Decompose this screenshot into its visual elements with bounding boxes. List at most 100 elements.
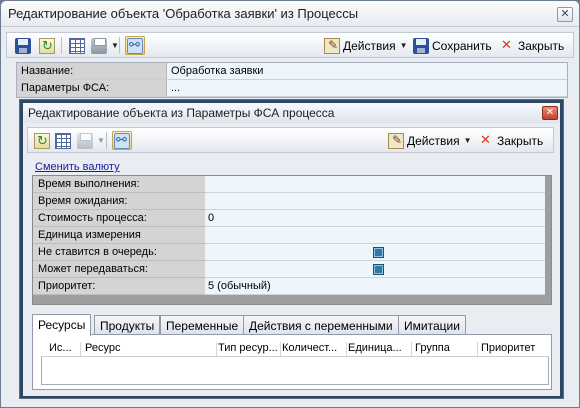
- field-value-name[interactable]: Обработка заявки: [167, 63, 567, 79]
- column-divider: [80, 342, 81, 356]
- actions-label: Действия: [407, 133, 460, 148]
- link-icon: [127, 37, 143, 54]
- print-toolbar-button[interactable]: ▼: [91, 36, 119, 55]
- tab-resources[interactable]: Ресурсы: [32, 314, 92, 336]
- save-disk-icon: [15, 37, 31, 54]
- property-label: Приоритет:: [33, 278, 205, 295]
- refresh-toolbar-button[interactable]: [34, 131, 50, 150]
- property-value[interactable]: 5 (обычный): [205, 278, 545, 295]
- chevron-down-icon: ▼: [463, 136, 472, 145]
- inner-dialog: Редактирование объекта из Параметры ФСА …: [19, 99, 564, 399]
- property-label: Стоимость процесса:: [33, 210, 205, 227]
- property-row: Не ставится в очередь:: [33, 244, 551, 261]
- close-x-icon: [499, 37, 515, 54]
- outer-titlebar[interactable]: Редактирование объекта 'Обработка заявки…: [1, 1, 579, 27]
- actions-menu-button[interactable]: Действия▼: [388, 131, 472, 150]
- column-divider: [346, 342, 347, 356]
- link-toolbar-button[interactable]: [112, 131, 132, 150]
- inner-titlebar[interactable]: Редактирование объекта из Параметры ФСА …: [23, 103, 560, 123]
- outer-field-row: Название: Обработка заявки: [17, 63, 567, 80]
- save-label: Сохранить: [432, 38, 492, 53]
- property-label: Единица измерения стоимости:: [33, 227, 205, 253]
- property-value[interactable]: 0: [205, 210, 545, 227]
- outer-window-title: Редактирование объекта 'Обработка заявки…: [8, 6, 359, 21]
- column-header[interactable]: Группа: [415, 342, 475, 354]
- tab-simulations[interactable]: Имитации: [398, 315, 466, 335]
- column-divider: [280, 342, 281, 356]
- property-value: [205, 261, 545, 278]
- outer-field-row: Параметры ФСА: ...: [17, 80, 567, 97]
- actions-label: Действия: [343, 38, 396, 53]
- table-grid-icon: [69, 37, 85, 54]
- outer-property-grid: Название: Обработка заявки Параметры ФСА…: [16, 62, 568, 98]
- chevron-down-icon: ▼: [97, 136, 105, 145]
- tab-strip: Ресурсы Продукты Переменные Действия с п…: [32, 314, 552, 336]
- actions-edit-icon: [388, 132, 404, 149]
- inner-dialog-title: Редактирование объекта из Параметры ФСА …: [28, 106, 335, 120]
- column-divider: [411, 342, 412, 356]
- save-toolbar-button[interactable]: [15, 36, 31, 55]
- tab-variable-actions[interactable]: Действия с переменными: [243, 315, 399, 335]
- outer-toolbar: ▼ Действия▼ Сохранить Закрыть: [6, 32, 574, 58]
- inner-body: ▼ Действия▼ Закрыть Сменить валюту Время…: [23, 123, 560, 396]
- column-divider: [216, 342, 217, 356]
- property-label: Не ставится в очередь:: [33, 244, 205, 261]
- chevron-down-icon: ▼: [399, 41, 408, 50]
- print-toolbar-button[interactable]: ▼: [77, 131, 105, 150]
- column-header[interactable]: Приоритет: [481, 342, 547, 354]
- save-button[interactable]: Сохранить: [413, 36, 492, 55]
- chevron-down-icon: ▼: [111, 41, 119, 50]
- refresh-icon: [39, 37, 55, 54]
- close-button[interactable]: Закрыть: [478, 131, 543, 150]
- save-disk-icon: [413, 37, 429, 54]
- property-row: Приоритет: 5 (обычный): [33, 278, 551, 295]
- table-header: Ис... Ресурс Тип ресур... Количест... Ед…: [41, 341, 549, 357]
- field-label-name: Название:: [17, 63, 167, 79]
- outer-close-button[interactable]: ✕: [557, 7, 573, 22]
- refresh-toolbar-button[interactable]: [39, 36, 55, 55]
- actions-edit-icon: [324, 37, 340, 54]
- link-toolbar-button[interactable]: [125, 36, 145, 55]
- field-label-fsa: Параметры ФСА:: [17, 80, 167, 96]
- property-label: Время ожидания:: [33, 193, 205, 210]
- inner-close-button[interactable]: ✕: [542, 106, 558, 120]
- column-header[interactable]: Ис...: [49, 342, 77, 354]
- inner-toolbar: ▼ Действия▼ Закрыть: [27, 127, 554, 153]
- property-value[interactable]: [205, 176, 545, 193]
- tab-products[interactable]: Продукты: [94, 315, 161, 335]
- refresh-icon: [34, 132, 50, 149]
- column-header[interactable]: Ресурс: [85, 342, 215, 354]
- property-row: Время ожидания:: [33, 193, 551, 210]
- link-icon: [114, 132, 130, 149]
- tab-variables[interactable]: Переменные: [160, 315, 245, 335]
- property-row: Стоимость процесса: 0: [33, 210, 551, 227]
- property-row: Время выполнения:: [33, 176, 551, 193]
- close-button[interactable]: Закрыть: [499, 36, 564, 55]
- grid-toolbar-button[interactable]: [69, 36, 85, 55]
- property-row: Может передаваться:: [33, 261, 551, 278]
- close-x-icon: [478, 132, 494, 149]
- close-label: Закрыть: [518, 38, 565, 53]
- column-header[interactable]: Единица...: [348, 342, 408, 354]
- property-row: Единица измерения стоимости:: [33, 227, 551, 253]
- property-value[interactable]: [205, 193, 545, 210]
- toolbar-separator: [119, 37, 120, 54]
- property-label: Может передаваться:: [33, 261, 205, 278]
- checkbox[interactable]: [373, 264, 384, 275]
- toolbar-separator: [61, 37, 62, 54]
- change-currency-link[interactable]: Сменить валюту: [35, 161, 120, 173]
- printer-icon: [91, 37, 107, 54]
- inner-property-grid: Время выполнения: Время ожидания: Стоимо…: [32, 175, 552, 305]
- resources-tab-panel: Ис... Ресурс Тип ресур... Количест... Ед…: [32, 334, 552, 390]
- resources-table-body[interactable]: [41, 357, 549, 385]
- checkbox[interactable]: [373, 247, 384, 258]
- toolbar-separator: [106, 132, 107, 149]
- field-value-fsa[interactable]: ...: [167, 80, 567, 96]
- actions-menu-button[interactable]: Действия▼: [324, 36, 408, 55]
- property-value[interactable]: [205, 227, 545, 244]
- grid-toolbar-button[interactable]: [55, 131, 71, 150]
- table-grid-icon: [55, 132, 71, 149]
- column-header[interactable]: Количест...: [282, 342, 342, 354]
- property-value: [205, 244, 545, 261]
- column-header[interactable]: Тип ресур...: [218, 342, 278, 354]
